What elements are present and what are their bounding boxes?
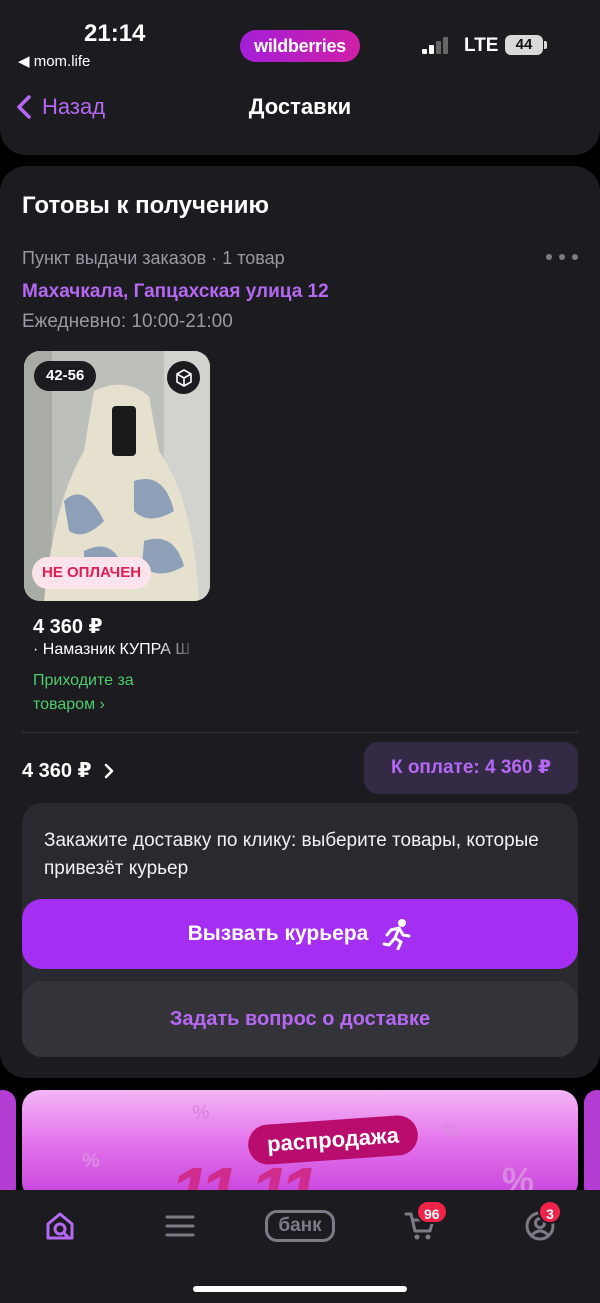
delivery-card: Готовы к получению Пункт выдачи заказов … bbox=[0, 166, 600, 1078]
percent-decor-icon: % bbox=[192, 1102, 210, 1124]
product-image[interactable]: 42-56 НЕ ОПЛАЧЕН bbox=[24, 351, 210, 601]
pay-button[interactable]: К оплате: 4 360 ₽ bbox=[364, 742, 578, 794]
battery-tip bbox=[544, 41, 547, 49]
pickup-hours: Ежедневно: 10:00-21:00 bbox=[22, 311, 233, 332]
courier-prompt: Закажите доставку по клику: выберите тов… bbox=[44, 830, 539, 879]
cart-count-badge: 96 bbox=[416, 1200, 448, 1224]
unpaid-badge: НЕ ОПЛАЧЕН bbox=[32, 557, 152, 589]
size-badge: 42-56 bbox=[34, 361, 97, 391]
section-title: Готовы к получению bbox=[22, 192, 270, 219]
home-indicator bbox=[193, 1286, 407, 1292]
percent-decor-icon: % bbox=[442, 1120, 460, 1142]
tab-bank[interactable]: банк bbox=[260, 1206, 340, 1246]
home-search-icon bbox=[46, 1212, 74, 1240]
signal-icon bbox=[422, 36, 454, 54]
banner-prev[interactable] bbox=[0, 1090, 16, 1200]
pickup-address[interactable]: Махачкала, Гапцахская улица 12 bbox=[22, 281, 329, 303]
product-name[interactable]: · Намазник КУПРА Ш bbox=[33, 641, 199, 659]
status-time: 21:14 bbox=[84, 20, 146, 47]
call-courier-label: Вызвать курьера bbox=[187, 922, 369, 945]
back-to-app[interactable]: ◀ mom.life bbox=[18, 52, 90, 70]
box-return-icon[interactable] bbox=[167, 361, 200, 394]
pickup-hint-link[interactable]: Приходите за товаром › bbox=[33, 669, 183, 717]
tab-catalog[interactable] bbox=[150, 1206, 210, 1246]
runner-icon bbox=[382, 919, 411, 950]
battery-icon: 44 bbox=[505, 35, 543, 55]
divider bbox=[22, 732, 578, 733]
product-price: 4 360 ₽ bbox=[33, 616, 103, 638]
chevron-right-icon bbox=[104, 763, 113, 778]
page-title: Доставки bbox=[248, 94, 352, 119]
tab-home[interactable] bbox=[30, 1206, 90, 1246]
call-courier-button[interactable]: Вызвать курьера bbox=[22, 899, 578, 969]
total-row[interactable]: 4 360 ₽ bbox=[22, 758, 114, 783]
menu-icon bbox=[165, 1215, 195, 1237]
more-icon[interactable] bbox=[546, 254, 578, 262]
total-amount: 4 360 ₽ bbox=[22, 760, 92, 782]
brand-logo: wildberries bbox=[240, 30, 360, 62]
ask-question-button[interactable]: Задать вопрос о доставке bbox=[22, 981, 578, 1057]
banner-next[interactable] bbox=[584, 1090, 600, 1200]
bank-label: банк bbox=[265, 1210, 335, 1242]
percent-decor-icon: % bbox=[82, 1150, 100, 1172]
profile-count-badge: 3 bbox=[538, 1200, 562, 1224]
sale-label: распродажа bbox=[246, 1114, 420, 1166]
network-type: LTE bbox=[464, 35, 499, 56]
sale-banner[interactable]: % % % % 11.11 распродажа bbox=[22, 1090, 578, 1200]
pickup-info: Пункт выдачи заказов · 1 товар bbox=[22, 248, 285, 268]
